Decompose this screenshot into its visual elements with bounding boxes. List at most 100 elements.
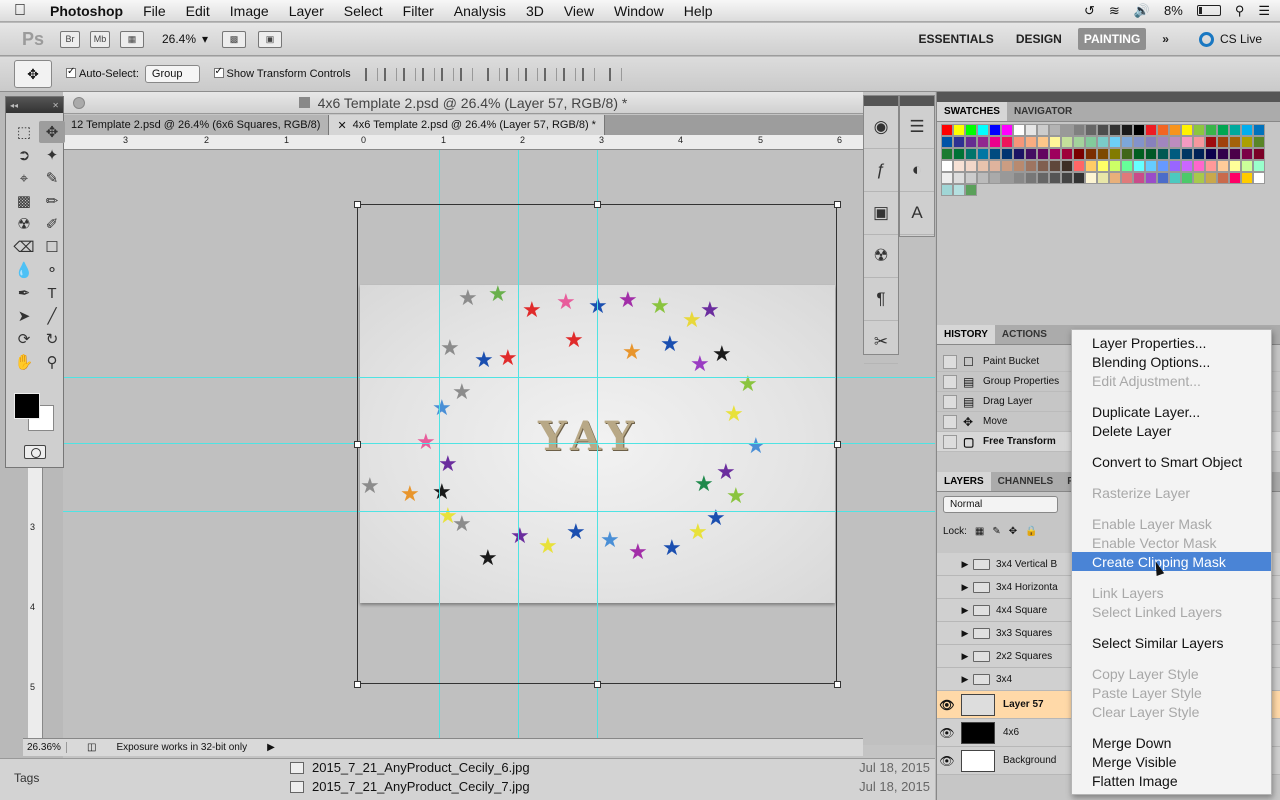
menu-item-layer-properties[interactable]: Layer Properties... (1072, 333, 1271, 352)
color-swatch[interactable] (1205, 136, 1217, 148)
color-swatch[interactable] (1001, 136, 1013, 148)
crop-tool-icon[interactable]: ⌖ (11, 167, 37, 189)
color-swatch[interactable] (977, 172, 989, 184)
paragraph-panel-icon[interactable]: ¶ (864, 278, 898, 321)
lock-transparent-icon[interactable]: ▦ (975, 526, 984, 537)
menu-item-convert-to-smart-object[interactable]: Convert to Smart Object (1072, 452, 1271, 471)
color-swatch[interactable] (941, 148, 953, 160)
tab-navigator[interactable]: NAVIGATOR (1007, 102, 1079, 121)
color-swatch[interactable] (965, 172, 977, 184)
tab-history[interactable]: HISTORY (937, 325, 995, 344)
menu-item-merge-visible[interactable]: Merge Visible (1072, 752, 1271, 771)
color-swatch[interactable] (1013, 172, 1025, 184)
menu-filter[interactable]: Filter (393, 3, 444, 19)
color-swatch[interactable] (1037, 148, 1049, 160)
color-swatch[interactable] (1013, 136, 1025, 148)
magic-wand-tool-icon[interactable]: ✦ (39, 144, 65, 166)
color-swatch[interactable] (1253, 148, 1265, 160)
color-swatch[interactable] (1205, 160, 1217, 172)
disclosure-triangle-icon[interactable]: ▶ (957, 559, 973, 570)
menu-item-flatten-image[interactable]: Flatten Image (1072, 771, 1271, 790)
color-swatch[interactable] (1169, 148, 1181, 160)
color-swatch[interactable] (1133, 136, 1145, 148)
color-swatch[interactable] (1193, 160, 1205, 172)
menu-item-merge-down[interactable]: Merge Down (1072, 733, 1271, 752)
color-swatch[interactable] (1061, 160, 1073, 172)
color-swatch[interactable] (1157, 172, 1169, 184)
color-swatch[interactable] (1133, 124, 1145, 136)
color-swatch[interactable] (977, 148, 989, 160)
path-selection-tool-icon[interactable]: ➤ (11, 305, 37, 327)
tags-label[interactable]: Tags (14, 771, 39, 785)
lock-position-icon[interactable]: ✥ (1009, 526, 1017, 537)
color-swatch[interactable] (1253, 172, 1265, 184)
color-swatch[interactable] (1025, 160, 1037, 172)
lock-all-icon[interactable]: 🔒 (1025, 526, 1037, 537)
align-horizontal-center-icon[interactable] (440, 67, 454, 81)
workspace-design[interactable]: DESIGN (1010, 28, 1068, 50)
color-swatch[interactable] (1217, 160, 1229, 172)
color-swatch[interactable] (1085, 172, 1097, 184)
history-checkbox[interactable] (943, 374, 957, 389)
wifi-icon[interactable]: ≋ (1109, 3, 1120, 19)
color-swatch[interactable] (1145, 136, 1157, 148)
color-swatch[interactable] (1085, 124, 1097, 136)
spot-healing-tool-icon[interactable]: ▩ (11, 190, 37, 212)
tab-4x6-template[interactable]: ✕ 4x6 Template 2.psd @ 26.4% (Layer 57, R… (329, 115, 605, 135)
color-swatch[interactable] (1025, 172, 1037, 184)
move-tool-preset-icon[interactable]: ✥ (14, 60, 52, 88)
menu-item-select-similar-layers[interactable]: Select Similar Layers (1072, 633, 1271, 652)
color-swatch[interactable] (1217, 124, 1229, 136)
color-swatch[interactable] (989, 160, 1001, 172)
transform-handle-bottom-right[interactable] (834, 681, 841, 688)
color-swatch[interactable] (953, 136, 965, 148)
canvas[interactable]: ★ ★ ★ ★ ★ ★ ★ ★ ★ ★ ★ ★ ★ ★ ★ ★ ★ ★ ★ ★ … (63, 150, 935, 745)
character-panel-icon[interactable]: A (900, 192, 934, 235)
color-panel-icon[interactable]: ◉ (864, 106, 898, 149)
status-zoom-value[interactable]: 26.36% (27, 742, 67, 753)
distribute-left-icon[interactable] (543, 67, 557, 81)
mini-bridge-panel-icon[interactable]: ▣ (864, 192, 898, 235)
color-swatch[interactable] (1241, 172, 1253, 184)
color-swatch[interactable] (1073, 124, 1085, 136)
transform-handle-right[interactable] (834, 441, 841, 448)
view-extras-button[interactable]: ▦ (120, 30, 144, 48)
color-swatch[interactable] (1061, 148, 1073, 160)
color-swatch[interactable] (941, 160, 953, 172)
menu-view[interactable]: View (554, 3, 604, 19)
color-swatch[interactable] (1133, 148, 1145, 160)
color-swatch[interactable] (965, 184, 977, 196)
menu-item-duplicate-layer[interactable]: Duplicate Layer... (1072, 402, 1271, 421)
color-swatch[interactable] (965, 160, 977, 172)
color-swatch[interactable] (1097, 124, 1109, 136)
color-swatch[interactable] (1181, 172, 1193, 184)
eye-icon[interactable]: 👁 (937, 726, 957, 740)
transform-handle-top-right[interactable] (834, 201, 841, 208)
color-swatch[interactable] (1121, 148, 1133, 160)
color-swatch[interactable] (1061, 124, 1073, 136)
type-tool-icon[interactable]: T (39, 282, 65, 304)
color-swatch[interactable] (1253, 136, 1265, 148)
color-swatch[interactable] (1205, 148, 1217, 160)
align-left-icon[interactable] (421, 67, 435, 81)
color-swatch[interactable] (1109, 148, 1121, 160)
color-swatch[interactable] (1037, 124, 1049, 136)
color-swatch[interactable] (965, 124, 977, 136)
screen-mode-button[interactable]: ▣ (258, 30, 283, 48)
color-swatch[interactable] (1217, 136, 1229, 148)
color-swatch[interactable] (1109, 124, 1121, 136)
color-swatch[interactable] (1193, 148, 1205, 160)
workspace-painting[interactable]: PAINTING (1077, 28, 1147, 50)
blur-tool-icon[interactable]: 💧 (11, 259, 37, 281)
menu-image[interactable]: Image (220, 3, 279, 19)
color-swatch[interactable] (1013, 148, 1025, 160)
transform-handle-bottom[interactable] (594, 681, 601, 688)
color-swatch[interactable] (1181, 160, 1193, 172)
tab-swatches[interactable]: SWATCHES (937, 102, 1007, 121)
color-swatch[interactable] (1229, 160, 1241, 172)
color-swatch[interactable] (1193, 172, 1205, 184)
file-row[interactable]: 2015_7_21_AnyProduct_Cecily_6.jpg Jul 18… (290, 760, 930, 775)
color-swatch[interactable] (1001, 148, 1013, 160)
color-swatch[interactable] (965, 148, 977, 160)
history-checkbox[interactable] (943, 434, 957, 449)
